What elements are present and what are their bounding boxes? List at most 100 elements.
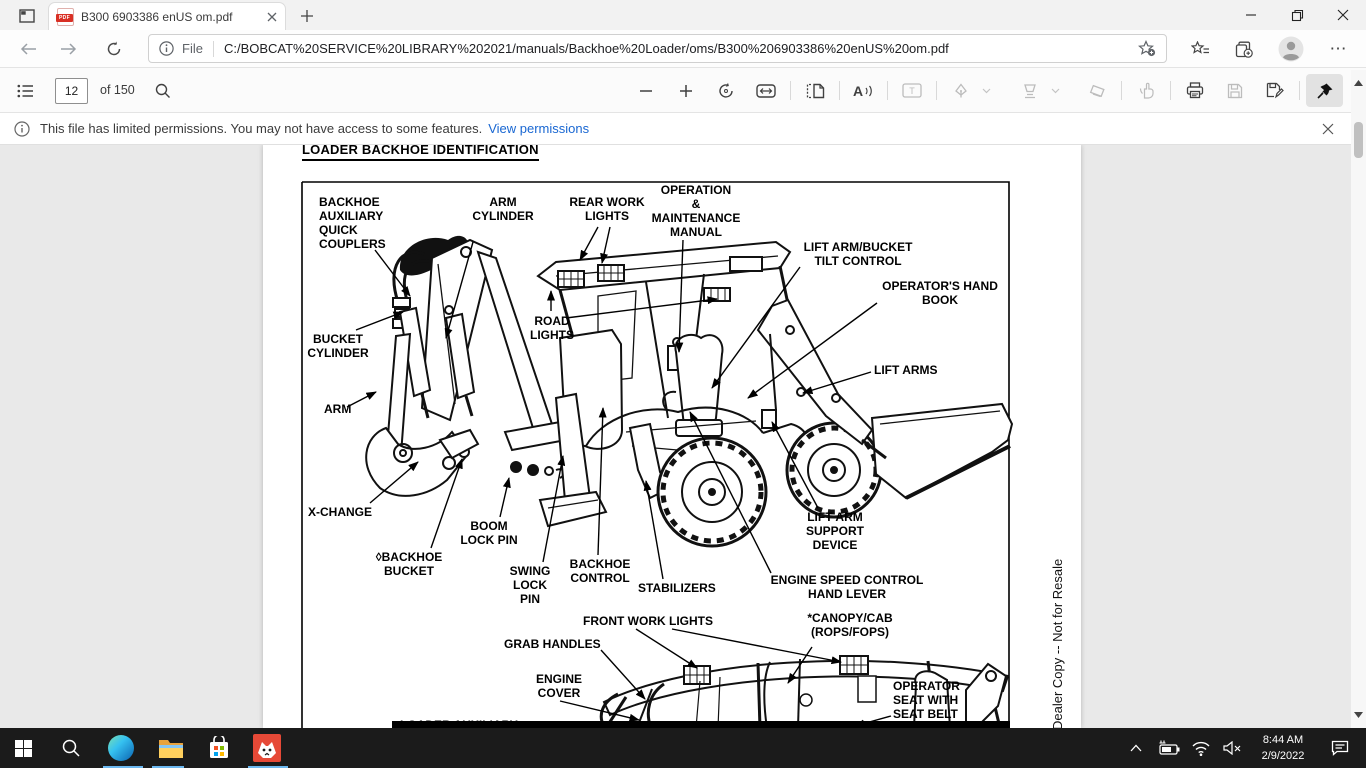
add-favorite-star-icon[interactable] xyxy=(1138,40,1156,57)
tray-show-hidden-icons-button[interactable] xyxy=(1118,728,1154,768)
fit-to-width-button[interactable] xyxy=(749,74,783,107)
close-icon xyxy=(1337,9,1349,21)
pin-icon xyxy=(1316,82,1334,100)
start-button[interactable] xyxy=(0,728,46,768)
vertical-scrollbar[interactable] xyxy=(1351,70,1366,728)
taskbar-store-button[interactable] xyxy=(196,728,242,768)
save-as-button[interactable] xyxy=(1258,74,1292,107)
tray-network-button[interactable] xyxy=(1184,728,1218,768)
page-view-icon xyxy=(806,83,825,99)
restore-icon xyxy=(1291,9,1304,22)
scroll-up-icon[interactable] xyxy=(1354,80,1363,86)
scroll-down-icon[interactable] xyxy=(1354,712,1363,718)
windows-logo-icon xyxy=(15,740,32,757)
browser-tab[interactable]: PDF B300 6903386 enUS om.pdf xyxy=(48,2,286,30)
add-text-button-disabled: T xyxy=(895,74,929,107)
read-aloud-button[interactable]: A xyxy=(846,74,880,107)
page-view-button[interactable] xyxy=(798,74,832,107)
edge-icon xyxy=(108,735,134,761)
taskbar-clock[interactable]: 8:44 AM 2/9/2022 xyxy=(1248,732,1318,764)
zoom-out-button[interactable] xyxy=(629,74,663,107)
search-icon xyxy=(155,83,171,99)
zoom-in-button[interactable] xyxy=(669,74,703,107)
diagram-label: OPERATION & MAINTENANCE MANUAL xyxy=(645,183,747,239)
refresh-button[interactable] xyxy=(100,35,128,63)
notice-message: This file has limited permissions. You m… xyxy=(40,121,482,136)
settings-menu-button[interactable]: ⋯ xyxy=(1324,35,1352,63)
find-in-document-button[interactable] xyxy=(146,74,180,107)
rotate-icon xyxy=(717,82,735,100)
chevron-up-icon xyxy=(1130,744,1142,752)
diagram-label: BOOM LOCK PIN xyxy=(454,519,524,547)
taskbar-edge-button[interactable] xyxy=(98,728,144,768)
scrollbar-thumb[interactable] xyxy=(1354,122,1363,158)
taskbar-bobcat-app-button[interactable] xyxy=(244,728,290,768)
taskbar-search-button[interactable] xyxy=(48,728,94,768)
vertical-tabs-icon xyxy=(19,9,35,23)
minus-icon xyxy=(639,84,653,98)
toolbar-divider xyxy=(839,81,840,100)
toolbar-divider xyxy=(1170,81,1171,100)
back-button xyxy=(14,35,42,63)
pen-icon xyxy=(953,83,969,99)
printer-icon xyxy=(1186,82,1204,99)
fit-width-icon xyxy=(756,84,776,98)
table-of-contents-button[interactable] xyxy=(8,74,42,107)
text-note-letter: T xyxy=(909,86,915,96)
highlight-options-chevron-disabled xyxy=(1045,74,1065,107)
search-icon xyxy=(62,739,80,757)
notification-icon xyxy=(1331,740,1349,756)
diagram-label: BUCKET CYLINDER xyxy=(304,332,372,360)
touch-mode-button-disabled xyxy=(1129,74,1163,107)
notice-close-icon[interactable] xyxy=(1322,123,1334,135)
tray-battery-button[interactable] xyxy=(1152,728,1186,768)
info-icon[interactable] xyxy=(159,41,174,56)
rotate-button[interactable] xyxy=(709,74,743,107)
restore-button[interactable] xyxy=(1274,0,1320,30)
new-tab-button[interactable] xyxy=(294,3,320,29)
taskbar-file-explorer-button[interactable] xyxy=(148,728,194,768)
plus-icon xyxy=(679,84,693,98)
page-number-input[interactable] xyxy=(55,78,88,104)
diagram-label: ARM CYLINDER xyxy=(467,195,539,223)
diagram-label: ENGINE SPEED CONTROL HAND LEVER xyxy=(762,573,932,601)
toolbar-divider xyxy=(1121,81,1122,100)
diagram-label: ENGINE COVER xyxy=(527,672,591,700)
print-button[interactable] xyxy=(1178,74,1212,107)
read-aloud-icon: A xyxy=(853,84,863,98)
diagram-label: OPERATOR SEAT WITH SEAT BELT xyxy=(893,679,960,721)
diagram-label: FRONT WORK LIGHTS xyxy=(583,614,713,628)
diagram-label: X-CHANGE xyxy=(308,505,372,519)
hand-pointer-icon xyxy=(1139,82,1154,99)
close-button[interactable] xyxy=(1320,0,1366,30)
diagram-label: SWING LOCK PIN xyxy=(502,564,558,606)
file-explorer-icon xyxy=(158,737,184,759)
diagram-label: STABILIZERS xyxy=(638,581,716,595)
action-center-button[interactable] xyxy=(1320,728,1360,768)
page-count-label: of 150 xyxy=(100,83,135,97)
volume-muted-icon xyxy=(1223,741,1241,755)
diagram-label: BACKHOE AUXILIARY QUICK COUPLERS xyxy=(319,195,386,251)
diagram-label: ARM xyxy=(324,402,351,416)
sound-waves-icon xyxy=(865,84,873,98)
tab-actions-menu-button[interactable] xyxy=(12,3,42,29)
minimize-button[interactable] xyxy=(1228,0,1274,30)
view-permissions-link[interactable]: View permissions xyxy=(488,121,589,136)
profile-button[interactable] xyxy=(1276,34,1306,64)
contents-list-icon xyxy=(17,84,34,98)
save-icon xyxy=(1227,83,1243,99)
collections-button[interactable] xyxy=(1230,35,1258,63)
address-bar[interactable]: File C:/BOBCAT%20SERVICE%20LIBRARY%20202… xyxy=(148,34,1167,63)
tab-close-icon[interactable] xyxy=(267,12,277,22)
favorites-button[interactable] xyxy=(1186,35,1214,63)
microsoft-store-icon xyxy=(207,736,231,760)
save-button-disabled xyxy=(1218,74,1252,107)
highlight-button-disabled xyxy=(1013,74,1047,107)
plus-icon xyxy=(300,9,314,23)
url-scheme-label: File xyxy=(182,41,203,56)
pdf-content-area: LOADER BACKHOE IDENTIFICATION xyxy=(0,145,1366,728)
toolbar-divider xyxy=(790,81,791,100)
diagram-label: GRAB HANDLES xyxy=(504,637,601,651)
pin-toolbar-button[interactable] xyxy=(1306,74,1343,107)
tray-volume-button[interactable] xyxy=(1216,728,1248,768)
